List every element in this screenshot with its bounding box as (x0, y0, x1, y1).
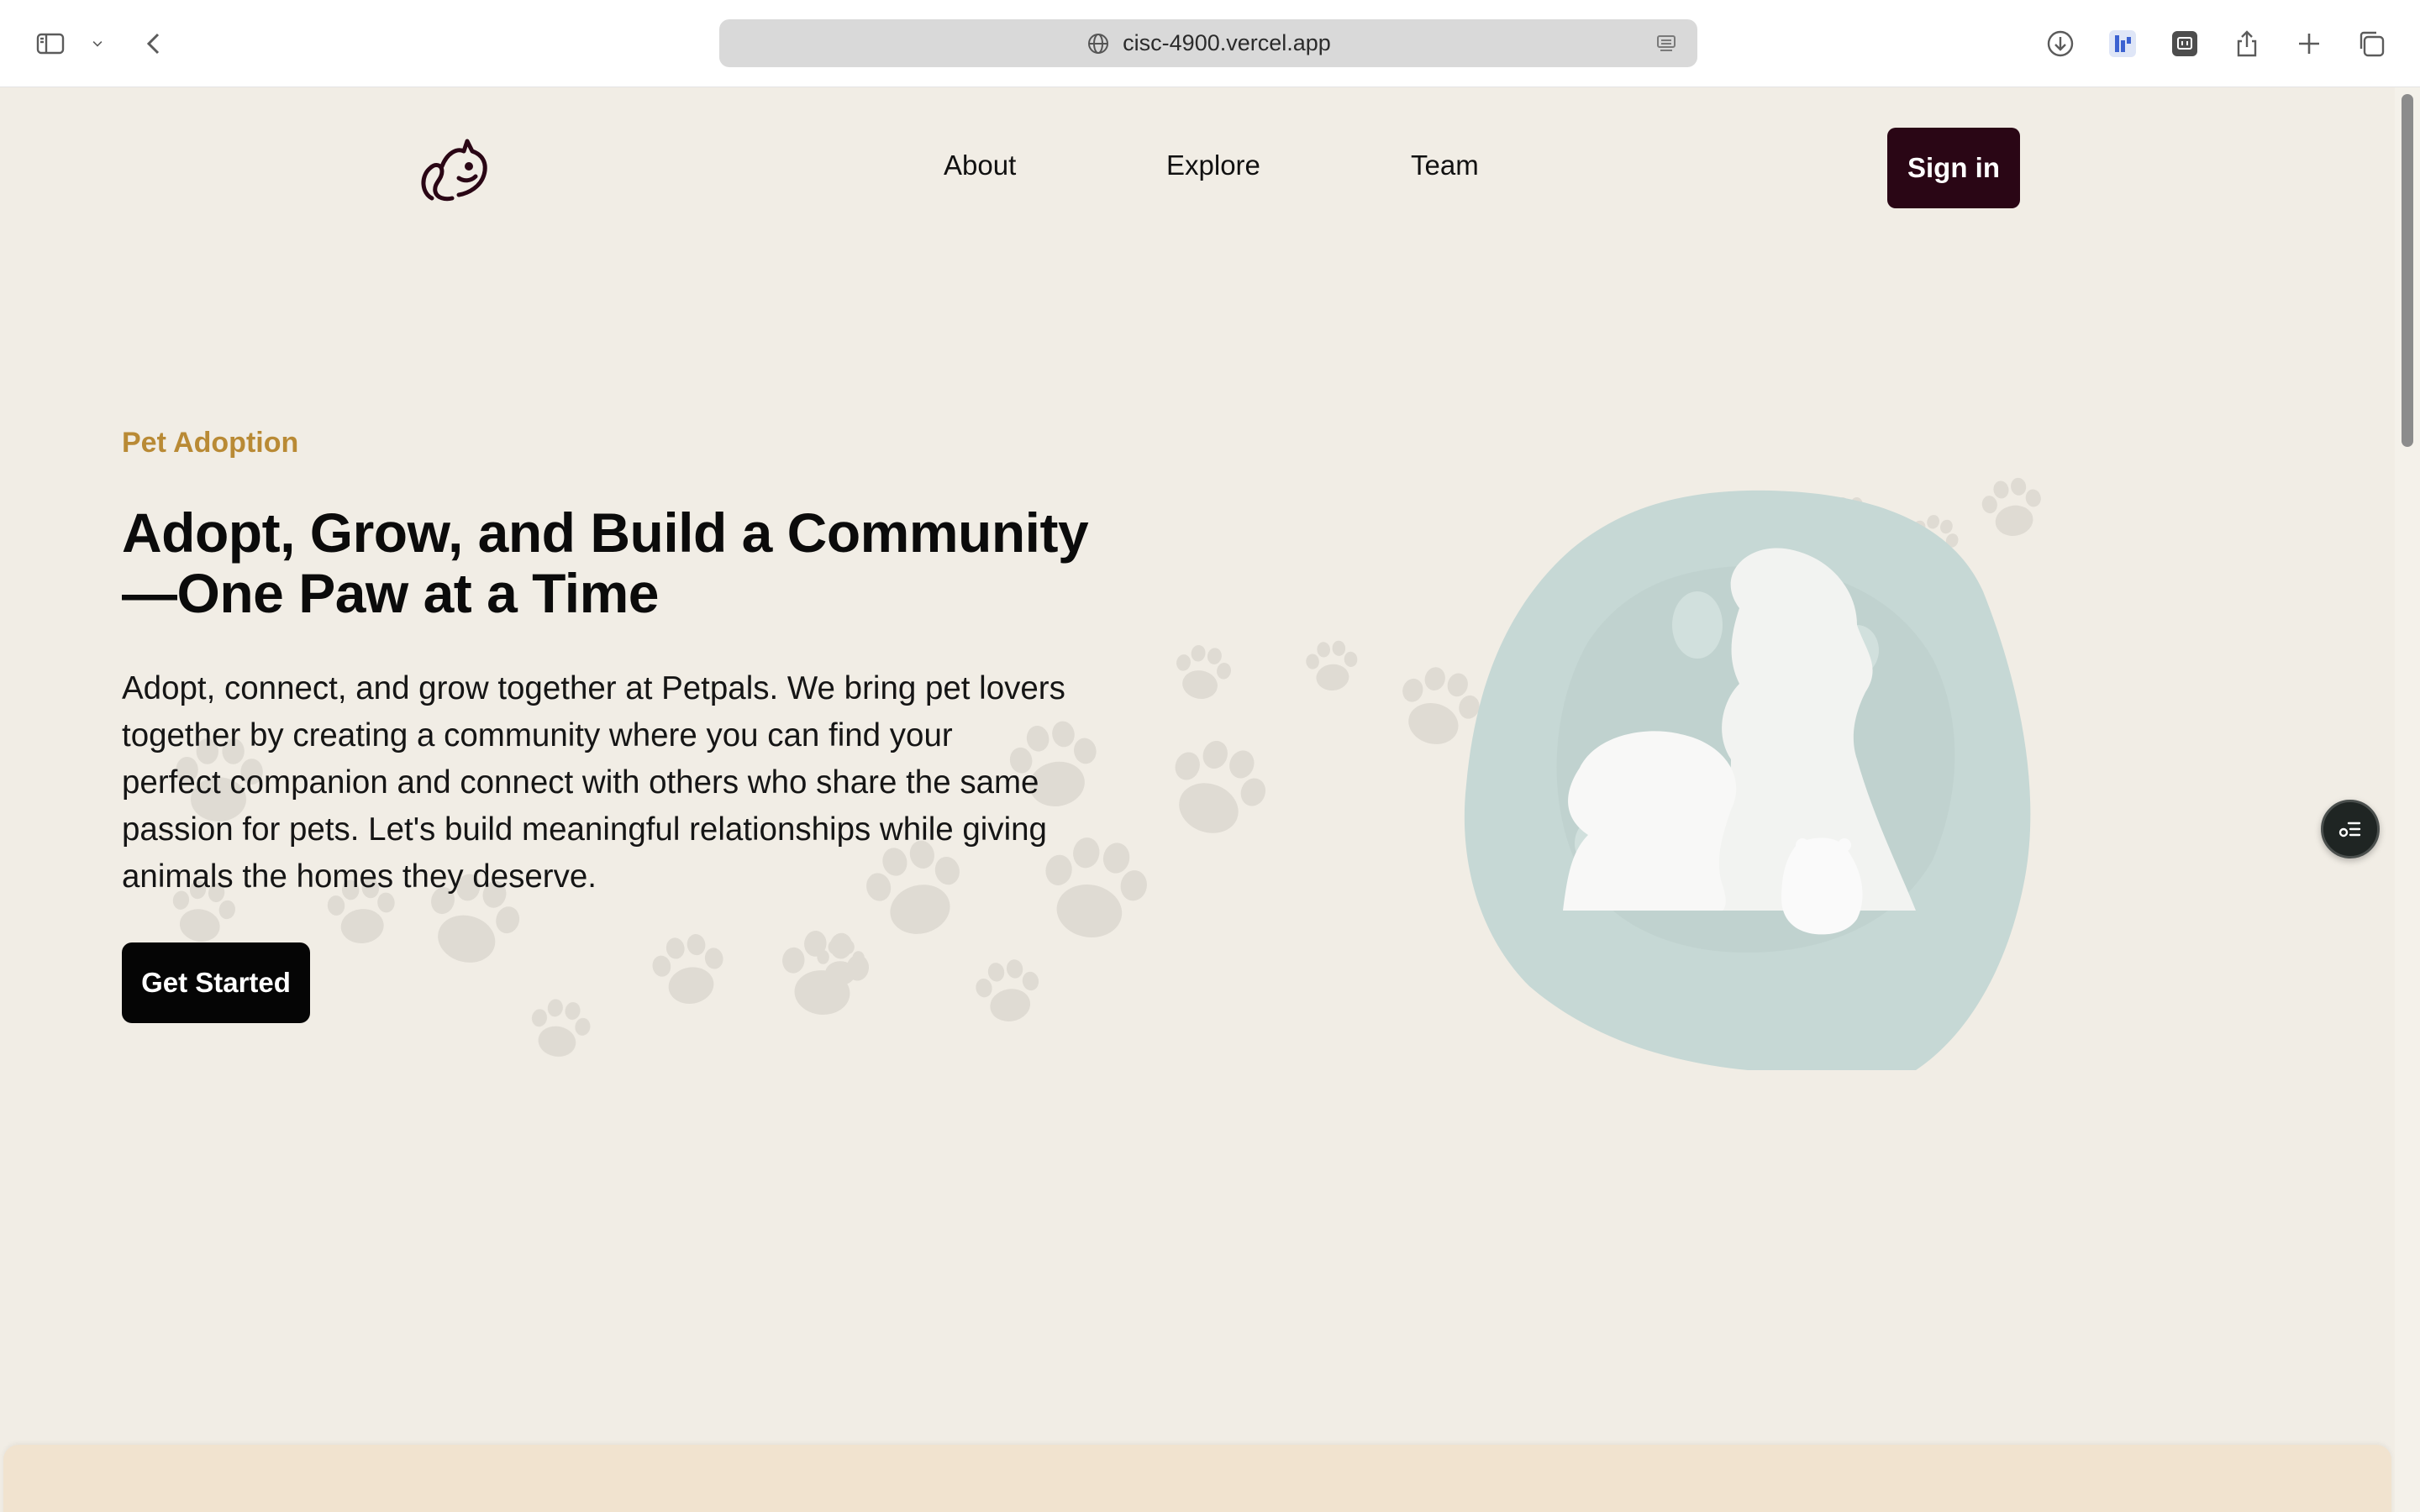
extension-bars-icon[interactable] (2101, 22, 2144, 66)
description-line: perfect companion and connect with other… (122, 764, 1039, 801)
address-bar[interactable]: cisc-4900.vercel.app (719, 19, 1697, 67)
pets-silhouette-illustration (1464, 490, 2031, 1070)
sign-in-button[interactable]: Sign in (1887, 128, 2020, 208)
list-menu-icon (2338, 822, 2361, 837)
description-line: passion for pets. Let's build meaningful… (122, 811, 1047, 848)
next-section-preview (3, 1445, 2391, 1512)
tabs-overview-icon[interactable] (2349, 22, 2393, 66)
chevron-down-icon[interactable] (81, 22, 114, 66)
section-eyebrow: Pet Adoption (122, 427, 299, 459)
nav-link-explore[interactable]: Explore (1166, 150, 1260, 181)
headline-line: Adopt, Grow, and Build a Community (122, 501, 1089, 564)
hero-headline: Adopt, Grow, and Build a Community —One … (122, 502, 1181, 623)
extension-box-icon[interactable] (2163, 22, 2207, 66)
hero-description: Adopt, connect, and grow together at Pet… (122, 665, 1164, 900)
description-line: animals the homes they deserve. (122, 858, 597, 895)
description-line: Adopt, connect, and grow together at Pet… (122, 670, 1065, 706)
description-line: together by creating a community where y… (122, 717, 953, 753)
headline-line: —One Paw at a Time (122, 562, 660, 624)
browser-toolbar: cisc-4900.vercel.app (0, 0, 2420, 87)
download-icon[interactable] (2039, 22, 2082, 66)
nav-link-about[interactable]: About (944, 150, 1016, 181)
sidebar-icon[interactable] (29, 22, 72, 66)
nav-link-team[interactable]: Team (1411, 150, 1479, 181)
get-started-button[interactable]: Get Started (122, 942, 310, 1023)
back-chevron-icon[interactable] (133, 22, 176, 66)
scrollbar[interactable] (2395, 87, 2420, 1512)
globe-icon (1088, 33, 1109, 54)
floating-menu-button[interactable] (2321, 800, 2380, 858)
share-icon[interactable] (2225, 22, 2269, 66)
reader-mode-icon[interactable] (1654, 31, 1679, 56)
scrollbar-thumb[interactable] (2402, 94, 2413, 447)
plus-icon[interactable] (2287, 22, 2331, 66)
petpals-logo-icon[interactable] (417, 133, 492, 205)
page-content: About Explore Team Sign in Pet Adoption … (0, 87, 2420, 1512)
url-text: cisc-4900.vercel.app (1123, 30, 1331, 55)
